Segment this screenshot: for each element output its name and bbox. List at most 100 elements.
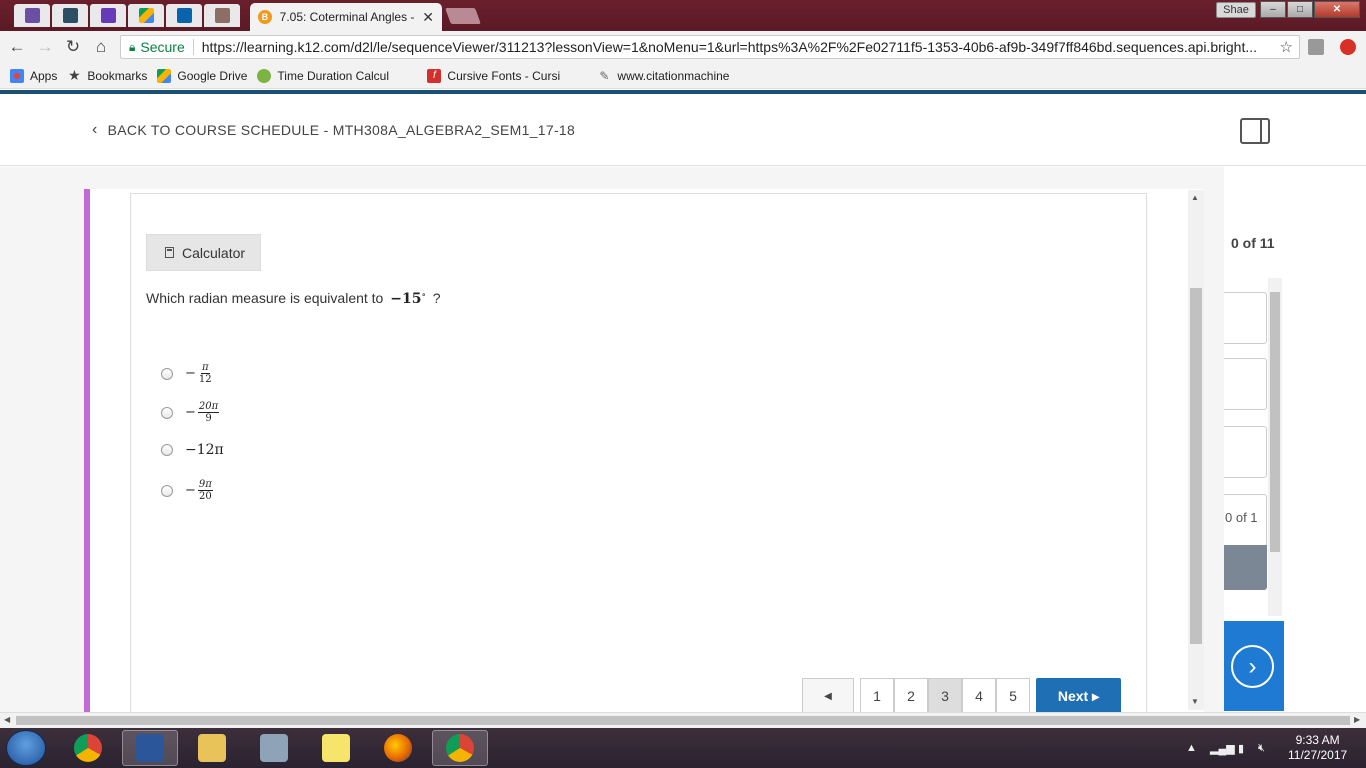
content-scrollbar[interactable]: ▲ ▼ — [1188, 190, 1204, 710]
address-bar[interactable]: 🔒︎ Secure https://learning.k12.com/d2l/l… — [120, 35, 1300, 59]
sticky-notes-icon — [322, 734, 350, 762]
choice-math: −12π — [185, 442, 224, 458]
tab-title: 7.05: Coterminal Angles - — [279, 10, 415, 24]
taskbar-explorer[interactable] — [184, 730, 240, 766]
taskbar-calculator[interactable] — [246, 730, 302, 766]
scrollbar-thumb[interactable] — [1190, 288, 1202, 644]
previous-page-button[interactable]: ◀ — [802, 678, 854, 714]
maximize-button[interactable]: □ — [1287, 1, 1313, 18]
back-arrow-icon[interactable]: ← — [6, 37, 28, 57]
bookmark-google-drive[interactable]: Google Drive — [157, 68, 247, 83]
choice-math: − 9π 20 — [185, 479, 213, 502]
tab-drive[interactable] — [128, 4, 164, 27]
reload-icon[interactable]: ↻ — [62, 37, 84, 57]
extension-icon[interactable] — [1308, 39, 1324, 55]
tab-mail[interactable] — [14, 4, 50, 27]
side-item[interactable] — [1224, 358, 1267, 410]
google-drive-icon — [157, 68, 172, 83]
panel-toggle-icon[interactable] — [1240, 118, 1270, 144]
radio-button[interactable] — [161, 484, 173, 497]
bookmark-label: www.citationmachine — [617, 68, 730, 83]
alert-icon[interactable] — [1340, 39, 1356, 55]
home-icon[interactable]: ⌂ — [90, 37, 112, 57]
profile-button[interactable]: Shae — [1216, 2, 1256, 18]
fraction: 20π 9 — [197, 401, 220, 424]
tab-forms[interactable] — [90, 4, 126, 27]
chevron-left-icon: ‹ — [92, 121, 98, 138]
page-horizontal-scrollbar[interactable]: ◀ ▶ — [0, 712, 1366, 728]
new-tab-button[interactable] — [445, 8, 481, 24]
answer-choice-2[interactable]: − 20π 9 — [161, 401, 220, 424]
prompt-angle: −15∘ — [390, 290, 426, 307]
page-button-1[interactable]: 1 — [860, 678, 894, 714]
radio-button[interactable] — [161, 406, 173, 419]
tab-image[interactable] — [204, 4, 240, 27]
bookmark-label: Cursive Fonts - Cursi — [447, 68, 561, 83]
back-to-course-link[interactable]: ‹ BACK TO COURSE SCHEDULE - MTH308A_ALGE… — [92, 121, 575, 139]
address-separator — [192, 39, 194, 55]
signal-icon[interactable]: ▂▄▆ — [1210, 742, 1235, 755]
secure-label: Secure — [140, 39, 185, 55]
volume-muted-icon[interactable]: 🔇︎ — [1258, 742, 1265, 755]
chevron-right-icon[interactable]: › — [1231, 645, 1274, 688]
scroll-left-arrow-icon[interactable]: ◀ — [4, 715, 10, 724]
question-prompt: Which radian measure is equivalent to −1… — [146, 290, 441, 307]
google-drive-icon — [138, 8, 154, 23]
bookmark-time-duration[interactable]: Time Duration Calcul — [257, 68, 417, 83]
bookmark-citation-machine[interactable]: ✎ www.citationmachine — [597, 69, 757, 83]
system-tray: ▲ ▂▄▆ ▮ 🔇︎ 9:33 AM 11/27/2017 — [1186, 728, 1366, 768]
snowflake-icon — [62, 8, 78, 23]
tab-outlook[interactable] — [166, 4, 202, 27]
tab-close-icon[interactable]: ✕ — [422, 9, 434, 26]
answer-choice-1[interactable]: − π 12 — [161, 362, 213, 385]
chrome-icon — [446, 734, 474, 762]
minus-sign: − — [185, 366, 196, 381]
denominator: 20 — [199, 491, 212, 502]
url-text: https://learning.k12.com/d2l/le/sequence… — [201, 39, 1258, 55]
minimize-button[interactable]: – — [1260, 1, 1286, 18]
scroll-up-arrow-icon[interactable]: ▲ — [1191, 193, 1199, 202]
scroll-down-arrow-icon[interactable]: ▼ — [1191, 697, 1199, 706]
bookmark-star-icon[interactable]: ☆ — [1280, 38, 1293, 56]
radio-button[interactable] — [161, 444, 173, 456]
bookmark-label: Time Duration Calcul — [277, 68, 390, 83]
show-hidden-icons-icon[interactable]: ▲ — [1186, 742, 1197, 754]
taskbar-word[interactable] — [122, 730, 178, 766]
taskbar-sticky-notes[interactable] — [308, 730, 364, 766]
answer-choice-4[interactable]: − 9π 20 — [161, 479, 213, 502]
scrollbar-thumb[interactable] — [1270, 292, 1280, 552]
side-item-selected[interactable] — [1224, 545, 1267, 590]
side-next-panel[interactable]: › — [1224, 621, 1284, 711]
tab-active[interactable]: B 7.05: Coterminal Angles - ✕ — [250, 3, 442, 31]
progress-count: 0 of 11 — [1231, 235, 1275, 251]
bookmark-apps[interactable]: Apps — [10, 68, 57, 83]
side-item[interactable] — [1224, 426, 1267, 478]
fraction: 9π 20 — [197, 479, 213, 502]
next-button[interactable]: Next ▸ — [1036, 678, 1121, 714]
page-button-5[interactable]: 5 — [996, 678, 1030, 714]
taskbar-chrome-active[interactable] — [432, 730, 488, 766]
page-button-4[interactable]: 4 — [962, 678, 996, 714]
battery-icon[interactable]: ▮ — [1238, 742, 1244, 755]
bookmark-bookmarks[interactable]: ★ Bookmarks — [67, 67, 147, 83]
clock[interactable]: 9:33 AM 11/27/2017 — [1288, 733, 1347, 763]
bookmark-cursive-fonts[interactable]: f Cursive Fonts - Cursi — [427, 68, 587, 83]
close-window-button[interactable]: ✕ — [1314, 1, 1360, 18]
denominator: 12 — [198, 374, 212, 385]
taskbar-firefox[interactable] — [370, 730, 426, 766]
radio-button[interactable] — [161, 367, 173, 380]
side-panel-scrollbar[interactable] — [1268, 278, 1282, 616]
calculator-button[interactable]: Calculator — [146, 234, 261, 271]
course-header: ‹ BACK TO COURSE SCHEDULE - MTH308A_ALGE… — [0, 94, 1366, 166]
scroll-right-arrow-icon[interactable]: ▶ — [1354, 715, 1360, 724]
taskbar-chrome[interactable] — [60, 730, 116, 766]
answer-choice-3[interactable]: −12π — [161, 442, 224, 458]
tab-app[interactable] — [52, 4, 88, 27]
calculator-label: Calculator — [182, 244, 246, 261]
forward-arrow-icon[interactable]: → — [34, 37, 56, 57]
start-button[interactable] — [6, 730, 46, 766]
page-button-2[interactable]: 2 — [894, 678, 928, 714]
scrollbar-thumb[interactable] — [16, 716, 1350, 725]
side-item[interactable] — [1224, 292, 1267, 344]
page-button-3[interactable]: 3 — [928, 678, 962, 714]
